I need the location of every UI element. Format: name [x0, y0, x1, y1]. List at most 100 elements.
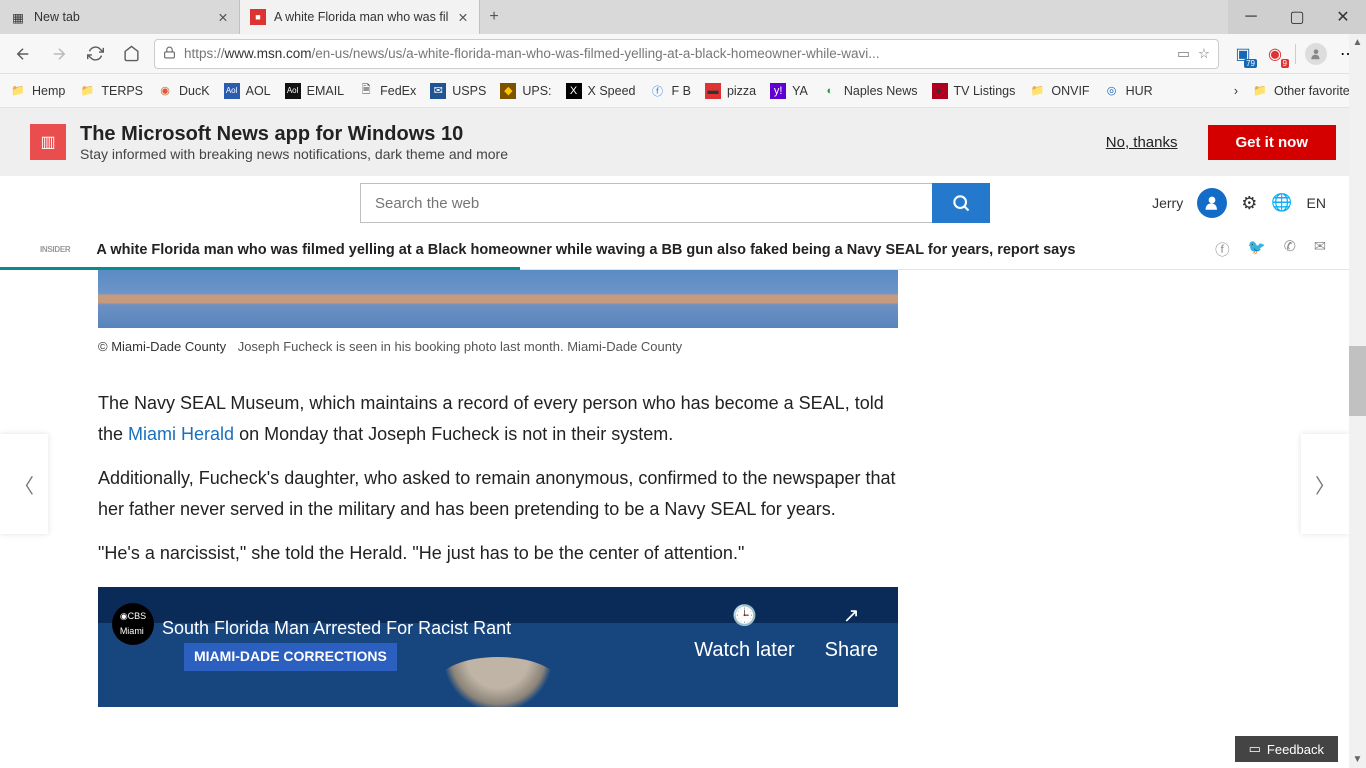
maximize-button[interactable]: ▢ [1274, 0, 1320, 34]
hur-icon: ◎ [1104, 83, 1120, 99]
headline-bar: INSIDER A white Florida man who was film… [0, 230, 1366, 270]
other-favorites[interactable]: 📁Other favorites [1252, 83, 1356, 99]
article-body: © Miami-Dade County Joseph Fucheck is se… [0, 270, 1366, 707]
scroll-thumb[interactable] [1349, 346, 1366, 416]
nav-right-icons: ▣79 ◉9 ⋯ [1225, 42, 1360, 66]
video-share-button[interactable]: ↗Share [825, 599, 878, 667]
watch-later-button[interactable]: 🕒Watch later [694, 599, 794, 667]
feedback-icon: ▭ [1249, 741, 1261, 757]
close-button[interactable]: ✕ [1320, 0, 1366, 34]
address-bar[interactable]: https://www.msn.com/en-us/news/us/a-whit… [154, 39, 1219, 69]
promo-subtitle: Stay informed with breaking news notific… [80, 146, 508, 162]
bookmark-email[interactable]: AolEMAIL [285, 83, 345, 99]
bookmark-aol[interactable]: AolAOL [224, 83, 271, 99]
search-wrap [360, 183, 990, 223]
source-logo: INSIDER [40, 245, 70, 254]
x-icon: X [566, 83, 582, 99]
bookmark-hur[interactable]: ◎HUR [1104, 83, 1153, 99]
prev-article-button[interactable]: 〈 [0, 434, 48, 534]
aol-icon: Aol [224, 83, 240, 99]
email-share-icon[interactable]: ✉ [1314, 239, 1326, 260]
user-avatar[interactable] [1197, 188, 1227, 218]
favorite-star-icon[interactable]: ☆ [1198, 46, 1210, 62]
headline-text: A white Florida man who was filmed yelli… [96, 242, 1075, 258]
tab-icon-generic: ▦ [10, 9, 26, 25]
tab-msn-article[interactable]: ■ A white Florida man who was fil ✕ [240, 0, 480, 34]
search-button[interactable] [932, 183, 990, 223]
bookmark-fedex[interactable]: 🗎FedEx [358, 83, 416, 99]
video-thumbnail-head [438, 657, 558, 707]
promo-title: The Microsoft News app for Windows 10 [80, 123, 508, 146]
home-button[interactable] [114, 37, 148, 71]
naples-icon: ◐ [822, 83, 838, 99]
tab-title: New tab [34, 10, 209, 24]
promo-banner: ▥ The Microsoft News app for Windows 10 … [0, 108, 1366, 176]
caption-text: Joseph Fucheck is seen in his booking ph… [238, 339, 682, 354]
vertical-scrollbar[interactable]: ▲ ▼ [1349, 34, 1366, 768]
browser-nav-bar: https://www.msn.com/en-us/news/us/a-whit… [0, 34, 1366, 74]
settings-gear-icon[interactable]: ⚙ [1241, 193, 1257, 214]
new-tab-button[interactable]: + [480, 0, 508, 34]
next-article-button[interactable]: 〉 [1301, 434, 1349, 534]
cbs-logo: ◉CBSMiami [112, 603, 154, 645]
article-paragraph: "He's a narcissist," she told the Herald… [98, 538, 898, 569]
scroll-up-arrow[interactable]: ▲ [1349, 34, 1366, 51]
video-embed[interactable]: ◉CBSMiami South Florida Man Arrested For… [98, 587, 898, 707]
close-icon[interactable]: ✕ [457, 11, 469, 23]
ups-icon: ◆ [500, 83, 516, 99]
search-input[interactable] [360, 183, 932, 223]
profile-button[interactable] [1304, 42, 1328, 66]
bookmark-hemp[interactable]: 📁Hemp [10, 83, 65, 99]
promo-nothanks-link[interactable]: No, thanks [1106, 134, 1178, 151]
language-globe-icon[interactable]: 🌐 [1271, 193, 1292, 213]
bookmark-naplesnews[interactable]: ◐Naples News [822, 83, 918, 99]
aol-icon: Aol [285, 83, 301, 99]
bookmarks-overflow[interactable]: › [1234, 84, 1238, 98]
article-paragraph: Additionally, Fucheck's daughter, who as… [98, 463, 898, 524]
promo-get-button[interactable]: Get it now [1208, 125, 1337, 160]
scroll-down-arrow[interactable]: ▼ [1349, 751, 1366, 768]
forward-button[interactable] [42, 37, 76, 71]
close-icon[interactable]: ✕ [217, 11, 229, 23]
pizza-icon: ▬ [705, 83, 721, 99]
refresh-button[interactable] [78, 37, 112, 71]
bookmark-ya[interactable]: y!YA [770, 83, 808, 99]
miami-herald-link[interactable]: Miami Herald [128, 424, 234, 444]
video-title: South Florida Man Arrested For Racist Ra… [162, 613, 511, 644]
bookmark-onvif[interactable]: 📁ONVIF [1029, 83, 1089, 99]
bookmark-ups[interactable]: ◆UPS: [500, 83, 551, 99]
reader-mode-icon[interactable]: ▭ [1177, 46, 1190, 62]
duck-icon: ◉ [157, 83, 173, 99]
bookmark-xspeed[interactable]: XX Speed [566, 83, 636, 99]
caption-source: © Miami-Dade County [98, 339, 226, 354]
url-text: https://www.msn.com/en-us/news/us/a-whit… [184, 46, 880, 61]
bookmark-fb[interactable]: ⓕF B [649, 83, 690, 99]
msn-app-icon: ▥ [30, 124, 66, 160]
facebook-share-icon[interactable]: ⓕ [1215, 239, 1230, 260]
twitter-share-icon[interactable]: 🐦 [1248, 239, 1266, 260]
folder-icon: 📁 [79, 83, 95, 99]
whatsapp-share-icon[interactable]: ✆ [1284, 239, 1296, 260]
usps-icon: ✉ [430, 83, 446, 99]
minimize-button[interactable]: ─ [1228, 0, 1274, 34]
back-button[interactable] [6, 37, 40, 71]
window-controls: ─ ▢ ✕ [1228, 0, 1366, 34]
article-paragraph: The Navy SEAL Museum, which maintains a … [98, 388, 898, 449]
language-code: EN [1307, 195, 1326, 211]
search-row: Jerry ⚙ 🌐 EN [0, 176, 1366, 230]
bookmark-tvlistings[interactable]: ▸TV Listings [932, 83, 1016, 99]
bookmark-duck[interactable]: ◉DucK [157, 83, 210, 99]
tab-newtab[interactable]: ▦ New tab ✕ [0, 0, 240, 34]
clock-icon: 🕒 [694, 599, 794, 633]
yahoo-icon: y! [770, 83, 786, 99]
social-share-group: ⓕ 🐦 ✆ ✉ [1215, 239, 1326, 260]
adblock-icon[interactable]: ◉9 [1263, 42, 1287, 66]
collections-icon[interactable]: ▣79 [1231, 42, 1255, 66]
bookmark-terps[interactable]: 📁TERPS [79, 83, 143, 99]
image-caption: © Miami-Dade County Joseph Fucheck is se… [98, 328, 1268, 374]
bookmark-pizza[interactable]: ▬pizza [705, 83, 756, 99]
document-icon: 🗎 [358, 83, 374, 99]
feedback-button[interactable]: ▭ Feedback [1235, 736, 1338, 762]
user-name: Jerry [1152, 195, 1183, 211]
bookmark-usps[interactable]: ✉USPS [430, 83, 486, 99]
